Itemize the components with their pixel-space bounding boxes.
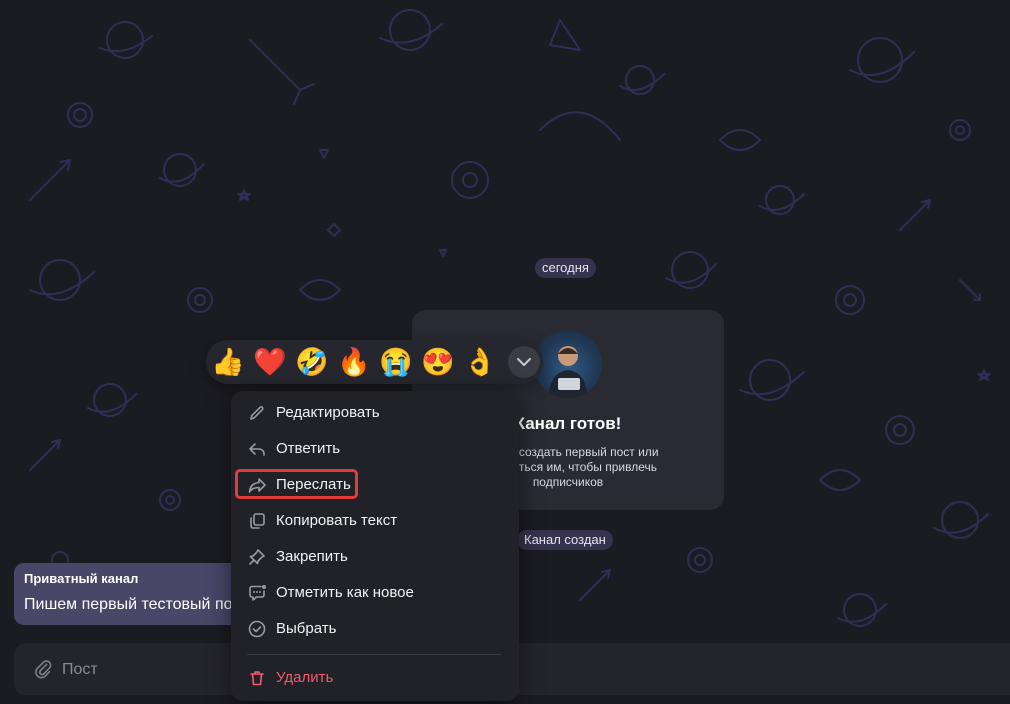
menu-item-label: Удалить xyxy=(276,669,334,686)
menu-item-label: Копировать текст xyxy=(276,512,398,529)
reaction-picker: 👍 ❤️ 🤣 🔥 😭 😍 👌 xyxy=(206,340,543,384)
menu-item-label: Ответить xyxy=(276,440,341,457)
attach-icon[interactable] xyxy=(32,658,54,680)
menu-item-label: Отметить как новое xyxy=(276,584,414,601)
menu-item-pin[interactable]: Закрепить xyxy=(231,539,519,575)
copy-icon xyxy=(250,513,265,529)
menu-item-delete[interactable]: Удалить xyxy=(231,660,519,696)
trash-icon xyxy=(250,671,264,686)
reaction-heart-eyes[interactable]: 😍 xyxy=(421,345,455,379)
menu-divider xyxy=(247,654,501,655)
check-circle-icon xyxy=(248,620,266,638)
menu-item-label: Закрепить xyxy=(276,548,348,565)
reaction-heart[interactable]: ❤️ xyxy=(253,345,287,379)
chevron-down-icon xyxy=(517,358,531,366)
mark-unread-icon xyxy=(249,585,266,601)
menu-item-select[interactable]: Выбрать xyxy=(231,611,519,647)
menu-item-mark-unread[interactable]: Отметить как новое xyxy=(231,575,519,611)
channel-avatar xyxy=(534,330,602,398)
reaction-crying[interactable]: 😭 xyxy=(379,345,413,379)
menu-item-label: Переслать xyxy=(276,476,351,493)
date-separator: сегодня xyxy=(535,258,596,278)
more-reactions-button[interactable] xyxy=(508,346,540,378)
forward-icon xyxy=(248,478,266,493)
reaction-fire[interactable]: 🔥 xyxy=(337,345,371,379)
context-menu: Редактировать Ответить Переслать Копиров… xyxy=(231,391,519,701)
pin-icon xyxy=(249,549,265,565)
message-text: Пишем первый тестовый пост xyxy=(24,596,248,613)
message-sender: Приватный канал xyxy=(24,571,139,586)
reaction-ok-hand[interactable]: 👌 xyxy=(463,345,497,379)
menu-item-copy-text[interactable]: Копировать текст xyxy=(231,503,519,539)
menu-item-reply[interactable]: Ответить xyxy=(231,431,519,467)
reaction-thumbs-up[interactable]: 👍 xyxy=(211,345,245,379)
pencil-icon xyxy=(250,406,264,420)
reply-icon xyxy=(249,443,265,456)
post-input[interactable] xyxy=(60,656,224,684)
menu-item-edit[interactable]: Редактировать xyxy=(231,395,519,431)
menu-item-label: Выбрать xyxy=(276,620,337,637)
service-message: Канал создан xyxy=(517,530,613,550)
menu-item-forward[interactable]: Переслать xyxy=(231,467,519,503)
reaction-rofl[interactable]: 🤣 xyxy=(295,345,329,379)
menu-item-label: Редактировать xyxy=(276,404,380,421)
